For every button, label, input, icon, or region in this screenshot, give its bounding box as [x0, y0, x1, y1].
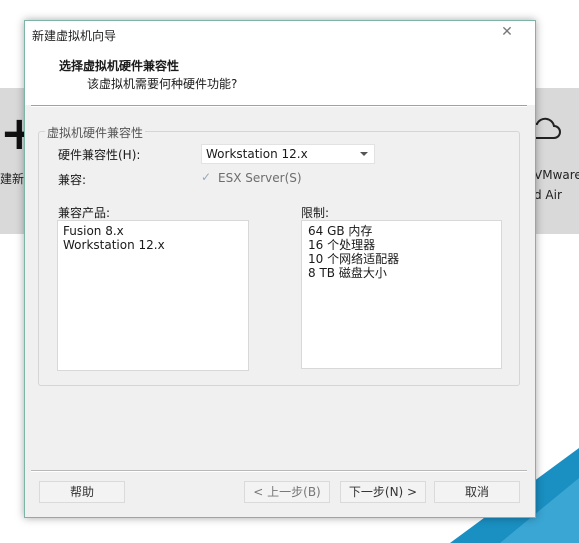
back-button[interactable]: < 上一步(B): [244, 481, 330, 503]
background-right-label-2: d Air: [534, 188, 562, 202]
wizard-header: 选择虚拟机硬件兼容性 该虚拟机需要何种硬件功能?: [25, 47, 535, 105]
close-icon[interactable]: ✕: [495, 22, 519, 44]
help-button[interactable]: 帮助: [39, 481, 125, 503]
compatible-products-list[interactable]: Fusion 8.x Workstation 12.x: [57, 220, 249, 371]
background-right-label-1: VMware: [534, 168, 579, 182]
chevron-down-icon: [360, 152, 368, 156]
header-divider: [31, 105, 527, 107]
title-bar[interactable]: 新建虚拟机向导 ✕: [25, 21, 535, 47]
esx-server-label: ESX Server(S): [218, 171, 302, 185]
compat-label: 兼容:: [58, 173, 87, 187]
page-title: 选择虚拟机硬件兼容性: [59, 59, 180, 73]
next-button[interactable]: 下一步(N) >: [340, 481, 426, 503]
new-vm-wizard-dialog: 新建虚拟机向导 ✕ 选择虚拟机硬件兼容性 该虚拟机需要何种硬件功能? 虚拟机硬件…: [24, 20, 536, 518]
page-subtitle: 该虚拟机需要何种硬件功能?: [87, 77, 238, 91]
esx-server-checkbox[interactable]: ✓: [201, 169, 215, 185]
footer-divider: [31, 470, 527, 472]
products-label: 兼容产品:: [58, 206, 111, 220]
list-item: 8 TB 磁盘大小: [308, 266, 387, 280]
group-label: 虚拟机硬件兼容性: [45, 124, 146, 141]
list-item: Fusion 8.x: [63, 224, 124, 238]
cancel-button[interactable]: 取消: [434, 481, 520, 503]
limits-list[interactable]: 64 GB 内存 16 个处理器 10 个网络适配器 8 TB 磁盘大小: [301, 220, 502, 369]
list-item: 10 个网络适配器: [308, 252, 400, 266]
list-item: Workstation 12.x: [63, 238, 165, 252]
list-item: 16 个处理器: [308, 238, 376, 252]
window-title: 新建虚拟机向导: [32, 29, 117, 43]
hw-compat-select[interactable]: Workstation 12.x: [201, 144, 375, 164]
limits-label: 限制:: [301, 206, 330, 220]
list-item: 64 GB 内存: [308, 224, 373, 238]
hw-compat-value: Workstation 12.x: [206, 147, 308, 161]
hw-compat-label: 硬件兼容性(H):: [58, 148, 141, 162]
